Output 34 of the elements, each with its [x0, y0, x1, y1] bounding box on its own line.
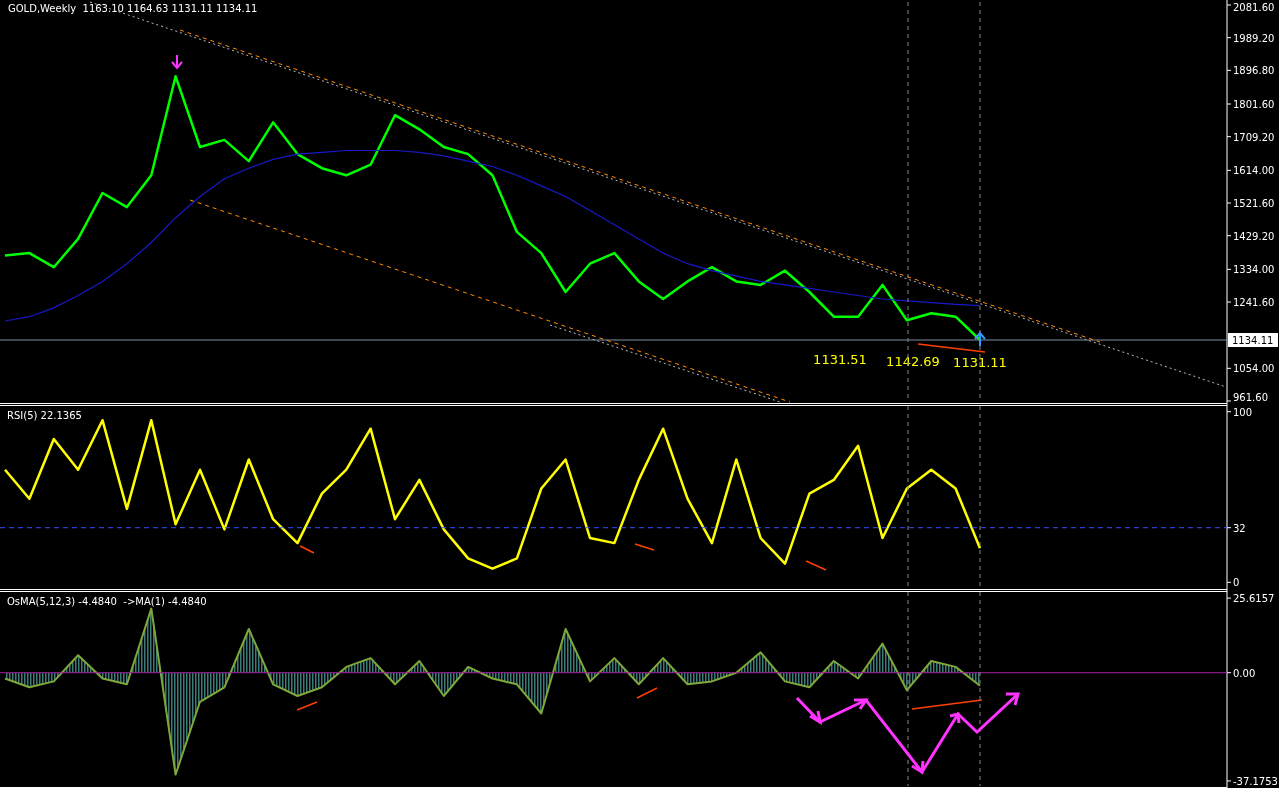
price-annotation: 1142.69	[886, 354, 940, 369]
down-arrow-icon	[171, 54, 183, 70]
chart-title: GOLD,Weekly 1163.10 1164.63 1131.11 1134.11	[8, 3, 258, 14]
axis-label: 2081.60	[1233, 2, 1275, 13]
divergence-line	[805, 560, 827, 571]
axis-label: 1334.00	[1233, 264, 1275, 276]
divergence-line	[296, 701, 318, 711]
price-annotation: 1131.11	[953, 355, 1007, 370]
current-price-tag: 1134.11	[1228, 333, 1278, 347]
indicator-label: RSI(5) 22.1365	[7, 410, 82, 421]
divergence-line	[634, 543, 655, 551]
axis-label: 1614.00	[1233, 165, 1275, 177]
divergence-line	[636, 687, 658, 699]
axis-label: -37.1753	[1233, 775, 1278, 787]
axis-label: 25.6157	[1233, 593, 1275, 605]
axis-label: 1241.60	[1233, 297, 1275, 308]
axis-label: 1521.60	[1233, 198, 1275, 209]
axis-label: 0.00	[1233, 667, 1256, 679]
axis-label: 1429.20	[1233, 230, 1275, 242]
indicator-label: OsMA(5,12,3) -4.4840 ->MA(1) -4.4840	[7, 596, 207, 607]
up-arrow-icon	[974, 331, 986, 347]
axis-label: 100	[1233, 406, 1253, 418]
price-annotation: 1131.51	[813, 352, 867, 367]
axis-label: 32	[1233, 522, 1246, 534]
divergence-line	[917, 343, 986, 353]
divergence-line	[299, 545, 315, 554]
axis-label: 1801.60	[1233, 99, 1275, 110]
axis-label: 1896.80	[1233, 65, 1275, 77]
divergence-line	[911, 699, 983, 710]
axis-label: 1054.00	[1233, 363, 1275, 375]
axis-label: 0	[1233, 577, 1240, 589]
axis-label: 961.60	[1233, 392, 1268, 403]
axis-label: 1989.20	[1233, 32, 1275, 44]
axis-label: 1709.20	[1233, 131, 1275, 143]
